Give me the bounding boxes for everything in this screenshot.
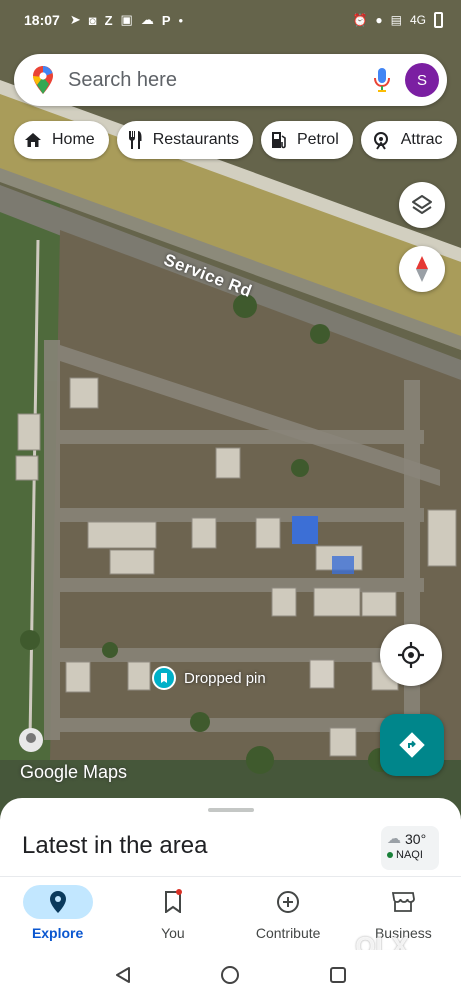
telegram-icon: ➤ <box>69 12 81 27</box>
notification-icons: ➤ ◙ Z ▣ ☁ P • <box>70 12 183 28</box>
back-icon[interactable] <box>114 966 132 984</box>
explore-pin-icon <box>49 891 66 913</box>
search-input[interactable]: Search here <box>68 69 373 92</box>
cloud-icon: ☁ <box>387 830 401 846</box>
chip-restaurants-label: Restaurants <box>152 131 239 148</box>
nav-explore-label: Explore <box>31 925 84 941</box>
account-avatar[interactable]: S <box>405 63 439 97</box>
my-location-icon <box>398 642 424 668</box>
compass-button[interactable] <box>399 246 445 292</box>
nav-you[interactable]: You <box>115 877 230 950</box>
fuel-icon <box>271 132 286 149</box>
chip-home[interactable]: Home <box>14 121 109 159</box>
dot-icon: • <box>178 12 184 28</box>
battery-icon <box>434 12 443 28</box>
whatsapp-icon: ◙ <box>88 12 97 28</box>
notification-dot-icon <box>175 889 182 895</box>
home-button-icon[interactable] <box>220 965 240 985</box>
z-app-icon: Z <box>104 12 113 28</box>
storefront-icon <box>392 892 416 912</box>
aqi-dot-icon <box>387 852 393 858</box>
sheet-drag-handle[interactable] <box>208 808 254 812</box>
system-navigation-bar <box>0 950 461 1000</box>
nav-contribute-label: Contribute <box>255 925 321 941</box>
chip-attractions[interactable]: Attrac <box>360 121 457 159</box>
add-circle-icon <box>277 891 300 913</box>
google-maps-attribution: Google Maps <box>20 762 128 782</box>
chip-restaurants[interactable]: Restaurants <box>116 121 253 159</box>
chip-petrol[interactable]: Petrol <box>260 121 353 159</box>
layers-button[interactable] <box>399 182 445 228</box>
dropped-pin[interactable]: Dropped pin <box>152 666 266 690</box>
status-bar: 18:07 ➤ ◙ Z ▣ ☁ P • ⏰ ● ▤ 4G <box>0 0 461 40</box>
alarm-icon: ⏰ <box>352 13 368 27</box>
weather-widget[interactable]: ☁ 30° NAQI <box>381 826 439 870</box>
microphone-icon[interactable] <box>373 67 391 93</box>
restaurant-icon <box>128 131 142 149</box>
nav-contribute[interactable]: Contribute <box>231 877 346 950</box>
directions-button[interactable] <box>380 714 444 776</box>
nav-explore[interactable]: Explore <box>0 877 115 950</box>
my-location-button[interactable] <box>380 624 442 686</box>
attractions-icon <box>373 132 388 150</box>
gallery-icon: ▣ <box>120 12 133 27</box>
chip-attractions-label: Attrac <box>400 131 443 148</box>
location-icon: ● <box>375 13 383 27</box>
recents-icon[interactable] <box>329 966 347 984</box>
layers-icon <box>412 195 432 214</box>
bottom-sheet[interactable]: Latest in the area ☁ 30° NAQI <box>0 798 461 888</box>
volte-icon: ▤ <box>390 13 402 27</box>
chip-petrol-label: Petrol <box>296 131 339 148</box>
nav-you-label: You <box>161 925 185 941</box>
signal-4g-icon: 4G <box>409 13 426 27</box>
weather-temperature: 30° <box>405 830 427 847</box>
p-app-icon: P <box>161 12 171 28</box>
chip-home-label: Home <box>52 131 95 148</box>
sheet-title: Latest in the area <box>22 832 208 859</box>
home-icon <box>25 133 41 147</box>
aqi-label: NAQI <box>396 849 423 861</box>
snapchat-icon: ☁ <box>140 12 154 27</box>
compass-icon <box>416 256 428 282</box>
system-icons: ⏰ ● ▤ 4G <box>352 12 443 28</box>
dropped-pin-label: Dropped pin <box>184 669 266 687</box>
google-maps-logo-icon <box>33 66 53 94</box>
search-bar[interactable]: Search here S <box>14 54 447 106</box>
status-time: 18:07 <box>24 12 60 28</box>
directions-icon <box>399 732 425 758</box>
category-chips: Home Restaurants Petrol Attrac <box>14 121 457 159</box>
dropped-pin-icon <box>152 666 176 690</box>
